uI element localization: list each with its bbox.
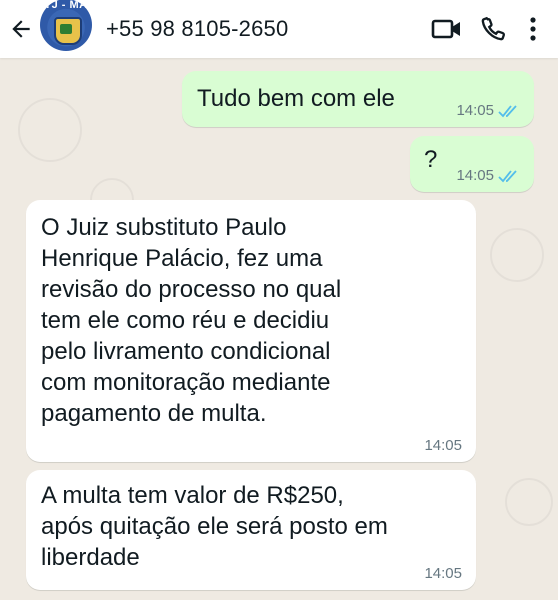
message-line: Henrique Palácio, fez uma — [41, 245, 323, 272]
message-text: A multa tem valor de R$250, após quitaçã… — [41, 480, 471, 573]
message-time: 14:05 — [424, 565, 462, 582]
message-time: 14:05 — [456, 167, 494, 184]
message-time: 14:05 — [424, 437, 462, 454]
message-line: O Juiz substituto Paulo — [41, 214, 287, 241]
message-line: A multa tem valor de R$250, — [41, 482, 344, 509]
outgoing-message[interactable]: ? 14:05 — [410, 136, 534, 192]
message-line: pelo livramento condicional — [41, 338, 331, 365]
outgoing-message[interactable]: Tudo bem com ele 14:05 — [182, 71, 534, 127]
message-text: ? — [424, 146, 438, 173]
message-line: revisão do processo no qual — [41, 276, 342, 303]
message-meta: 14:05 — [424, 565, 462, 582]
back-arrow-icon[interactable] — [2, 5, 40, 53]
message-text: O Juiz substituto Paulo Henrique Palácio… — [41, 212, 461, 429]
message-line: após quitação ele será posto em — [41, 513, 388, 540]
message-meta: 14:05 — [456, 167, 520, 184]
message-text: Tudo bem com ele — [197, 85, 395, 112]
crest-emblem — [54, 17, 82, 45]
phone-icon[interactable] — [470, 6, 516, 52]
contact-name[interactable]: +55 98 8105-2650 — [106, 16, 424, 42]
read-ticks-icon — [498, 104, 517, 117]
message-meta: 14:05 — [424, 437, 462, 454]
chat-header: TJ - MA +55 98 8105-2650 — [0, 0, 558, 58]
message-time: 14:05 — [456, 102, 494, 119]
message-line: pagamento de multa. — [41, 400, 267, 427]
more-options-icon[interactable] — [516, 6, 550, 52]
incoming-message[interactable]: O Juiz substituto Paulo Henrique Palácio… — [26, 200, 476, 462]
message-meta: 14:05 — [456, 102, 520, 119]
message-list[interactable]: Tudo bem com ele 14:05 ? 14:05 O Juiz su… — [0, 58, 558, 600]
message-line: liberdade — [41, 544, 140, 571]
avatar[interactable]: TJ - MA — [40, 0, 92, 51]
incoming-message[interactable]: A multa tem valor de R$250, após quitaçã… — [26, 470, 476, 590]
avatar-label: TJ - MA — [44, 0, 88, 11]
read-ticks-icon — [498, 169, 517, 182]
message-line: tem ele como réu e decidiu — [41, 307, 330, 334]
message-line: com monitoração mediante — [41, 369, 331, 396]
video-call-icon[interactable] — [424, 6, 470, 52]
